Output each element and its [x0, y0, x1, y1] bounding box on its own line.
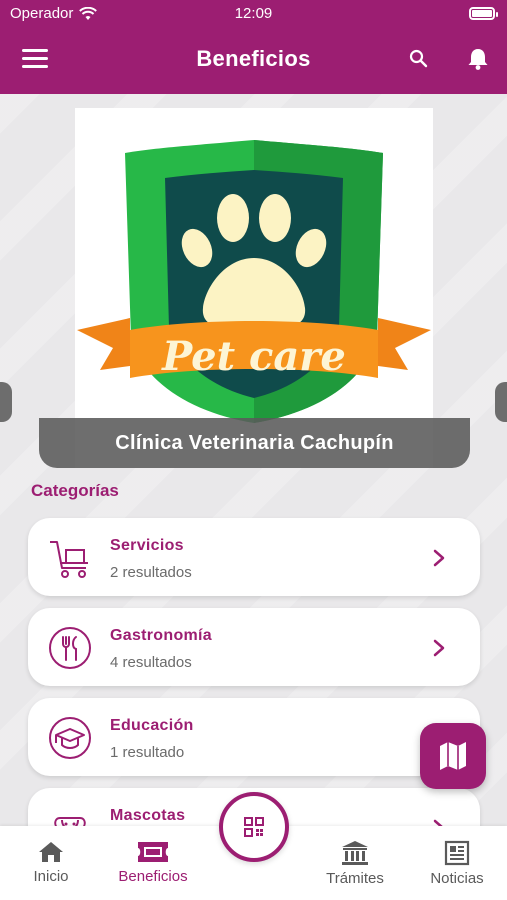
map-button[interactable] [420, 723, 486, 789]
category-count: 1 resultado [110, 744, 185, 761]
category-card-gastronomia[interactable]: Gastronomía 4 resultados [28, 608, 480, 686]
ticket-icon [138, 842, 168, 862]
battery-icon [469, 7, 498, 20]
banner-caption: Clínica Veterinaria Cachupín [39, 418, 470, 468]
category-name: Educación [110, 717, 194, 734]
tab-label: Beneficios [118, 868, 188, 885]
home-icon [39, 842, 63, 862]
bank-icon [342, 841, 368, 865]
section-title: Categorías [31, 481, 119, 500]
category-card-educacion[interactable]: Educación 1 resultado [28, 698, 480, 776]
bell-icon[interactable] [465, 46, 491, 72]
tab-inicio[interactable]: Inicio [20, 826, 82, 900]
nav-bar: Beneficios [0, 30, 507, 90]
map-icon [440, 742, 466, 770]
category-name: Gastronomía [110, 627, 212, 644]
svg-text:Pet care: Pet care [161, 333, 346, 380]
pet-care-logo: Pet care [77, 140, 431, 423]
chevron-right-icon [433, 549, 445, 567]
category-count: 4 resultados [110, 654, 192, 671]
tab-label: Inicio [33, 868, 69, 885]
search-icon[interactable] [408, 48, 430, 70]
tab-beneficios[interactable]: Beneficios [110, 826, 196, 900]
clock: 12:09 [234, 5, 273, 22]
category-name: Mascotas [110, 807, 186, 824]
tab-label: Trámites [326, 870, 384, 887]
carousel-prev-tab[interactable] [0, 382, 12, 422]
category-name: Servicios [110, 537, 184, 554]
category-count: 2 resultados [110, 564, 192, 581]
tab-noticias[interactable]: Noticias [422, 826, 492, 900]
graduation-cap-icon [49, 717, 91, 759]
app-header: Operador 12:09 Beneficios [0, 0, 507, 94]
fork-knife-icon [49, 627, 91, 669]
benefit-banner[interactable]: Pet care [75, 108, 433, 468]
tab-tramites[interactable]: Trámites [316, 826, 394, 900]
chevron-right-icon [433, 639, 445, 657]
qr-scan-button[interactable] [219, 792, 289, 862]
carousel-next-tab[interactable] [495, 382, 507, 422]
category-card-servicios[interactable]: Servicios 2 resultados [28, 518, 480, 596]
shopping-cart-icon [50, 541, 88, 578]
tab-label: Noticias [430, 870, 484, 887]
newspaper-icon [444, 840, 470, 866]
status-bar: Operador 12:09 [0, 0, 507, 28]
qr-code-icon [244, 817, 264, 837]
page-title: Beneficios [196, 46, 311, 71]
